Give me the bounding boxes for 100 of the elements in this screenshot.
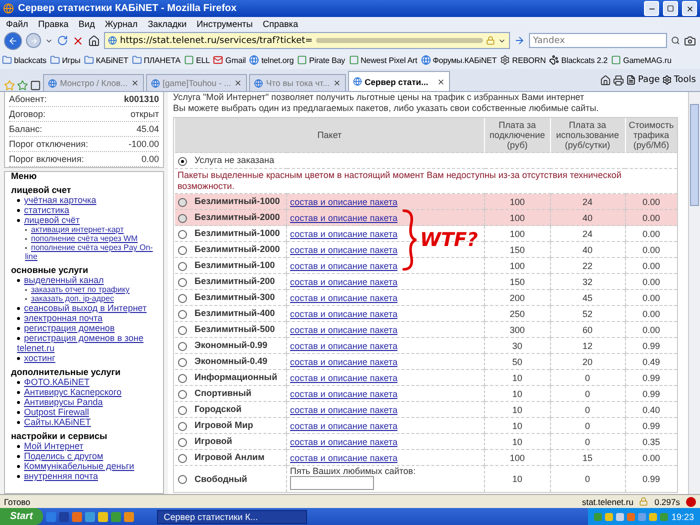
radio-button[interactable] — [178, 262, 186, 271]
scroll-thumb[interactable] — [690, 104, 699, 206]
menu-link[interactable]: выделенный канал — [11, 275, 159, 285]
package-details-link[interactable]: состав и описание пакета — [290, 388, 398, 398]
menu-link[interactable]: сеансовый выход в Интернет — [11, 303, 159, 313]
bookmark-item[interactable]: blackcats — [2, 55, 46, 65]
maximize-button[interactable] — [663, 1, 678, 16]
package-details-link[interactable]: состав и описание пакета — [290, 244, 398, 254]
bookmark-item[interactable]: GameMAG.ru — [611, 55, 672, 65]
package-details-link[interactable]: состав и описание пакета — [290, 452, 398, 462]
back-button[interactable] — [4, 32, 22, 50]
menu-item[interactable]: Вид — [78, 18, 95, 28]
package-details-link[interactable]: состав и описание пакета — [290, 420, 398, 430]
bookmark-item[interactable]: Игры — [50, 55, 80, 65]
menu-link[interactable]: Коммунікабельные деньги — [11, 461, 159, 471]
radio-button[interactable] — [178, 326, 186, 335]
browser-tab[interactable]: Сервер стати... — [348, 71, 450, 91]
package-details-link[interactable]: состав и описание пакета — [290, 276, 398, 286]
taskbar-button[interactable]: Сервер статистики К... — [156, 510, 307, 524]
start-button[interactable]: Start — [0, 508, 43, 525]
package-details-link[interactable]: состав и описание пакета — [290, 212, 398, 222]
package-details-link[interactable]: состав и описание пакета — [290, 372, 398, 382]
menu-link[interactable]: статистика — [11, 205, 159, 215]
bookmark-item[interactable]: КАБiNET — [84, 55, 128, 65]
menu-link[interactable]: Антивирус Касперского — [11, 387, 159, 397]
menu-link[interactable]: внутренняя почта — [11, 471, 159, 481]
home-icon[interactable] — [600, 74, 612, 86]
menu-item[interactable]: Справка — [262, 18, 298, 28]
package-details-link[interactable]: состав и описание пакета — [290, 404, 398, 414]
star-icon[interactable] — [4, 80, 15, 91]
package-details-link[interactable]: состав и описание пакета — [290, 436, 398, 446]
package-details-link[interactable]: состав и описание пакета — [290, 196, 398, 206]
address-field[interactable]: https://stat.telenet.ru/services/traf?ticket= — [104, 32, 510, 49]
radio-button[interactable] — [178, 294, 186, 303]
bookmark-item[interactable]: Blackcats 2.2 — [549, 55, 608, 65]
package-details-link[interactable]: состав и описание пакета — [290, 260, 398, 270]
radio-button[interactable] — [178, 438, 186, 447]
radio-button[interactable] — [178, 422, 186, 431]
reload-icon[interactable] — [57, 35, 68, 46]
radio-button[interactable] — [178, 310, 186, 319]
go-icon[interactable] — [514, 35, 525, 46]
bookmark-item[interactable]: telnet.org — [249, 55, 294, 65]
menu-link[interactable]: Мой Интернет — [11, 441, 159, 451]
search-icon[interactable] — [671, 36, 680, 45]
search-field[interactable]: Yandex — [529, 33, 667, 48]
radio-button[interactable] — [178, 374, 186, 383]
bookmark-item[interactable]: Pirate Bay — [297, 55, 346, 65]
scrollbar[interactable] — [688, 92, 700, 494]
radio-button[interactable] — [178, 358, 186, 367]
radio-button[interactable] — [178, 390, 186, 399]
bookmark-item[interactable]: ELL — [184, 55, 210, 65]
submenu-link[interactable]: активация интернет-карт — [11, 225, 159, 234]
adblock-icon[interactable] — [686, 496, 696, 506]
radio-button[interactable] — [178, 475, 186, 484]
submenu-link[interactable]: заказать отчет по трафику — [11, 285, 159, 294]
home-icon[interactable] — [88, 34, 100, 46]
site-input-field[interactable] — [290, 476, 374, 490]
menu-link[interactable]: Сайты.КАБiNET — [11, 417, 159, 427]
quick-launch-icon[interactable] — [98, 512, 108, 522]
star-icon[interactable] — [17, 80, 28, 91]
bookmark-item[interactable]: Newest Pixel Art — [348, 55, 418, 65]
radio-button[interactable] — [178, 342, 186, 351]
printer-icon[interactable] — [613, 74, 624, 86]
radio-button[interactable] — [178, 156, 186, 166]
menu-link[interactable]: регистрация доменов — [11, 323, 159, 333]
menu-link[interactable]: учётная карточка — [11, 195, 159, 205]
menu-item[interactable]: Инструменты — [196, 18, 253, 28]
package-details-link[interactable]: состав и описание пакета — [290, 308, 398, 318]
minimize-button[interactable] — [644, 1, 659, 16]
bookmark-item[interactable]: Gmail — [213, 55, 246, 65]
radio-button[interactable] — [178, 214, 186, 223]
menu-item[interactable]: Файл — [6, 18, 28, 28]
menu-item[interactable]: Правка — [38, 18, 69, 28]
menu-link[interactable]: лицевой счёт — [11, 215, 159, 225]
menu-link[interactable]: хостинг — [11, 353, 159, 363]
package-details-link[interactable]: состав и описание пакета — [290, 340, 398, 350]
menu-link[interactable]: Outpost Firewall — [11, 407, 159, 417]
bookmark-item[interactable]: ПЛАНЕТА — [132, 55, 180, 65]
menu-link[interactable]: Антивирусы Panda — [11, 397, 159, 407]
bookmark-item[interactable]: REBORN — [500, 55, 546, 65]
package-details-link[interactable]: состав и описание пакета — [290, 356, 398, 366]
close-icon[interactable] — [332, 79, 341, 87]
radio-button[interactable] — [178, 454, 186, 463]
close-icon[interactable] — [234, 79, 242, 87]
package-details-link[interactable]: состав и описание пакета — [290, 324, 398, 334]
submenu-link[interactable]: пополнение счёта через Pay On-line — [11, 243, 159, 261]
page-menu-button[interactable]: Page — [626, 75, 660, 85]
radio-button[interactable] — [178, 278, 186, 287]
close-icon[interactable] — [130, 79, 139, 87]
submenu-link[interactable]: заказать доп. ip-адрес — [11, 294, 159, 303]
menu-link[interactable]: электронная почта — [11, 313, 159, 323]
package-details-link[interactable]: состав и описание пакета — [290, 292, 398, 302]
radio-button[interactable] — [178, 406, 186, 415]
package-details-link[interactable]: состав и описание пакета — [290, 228, 398, 238]
close-button[interactable] — [682, 1, 697, 16]
tools-menu-button[interactable]: Tools — [662, 75, 696, 85]
menu-item[interactable]: Закладки — [148, 18, 187, 28]
menu-link[interactable]: Поделись с другом — [11, 451, 159, 461]
menu-link[interactable]: ФОТО.КАБiNET — [11, 377, 159, 387]
radio-button[interactable] — [178, 246, 186, 255]
